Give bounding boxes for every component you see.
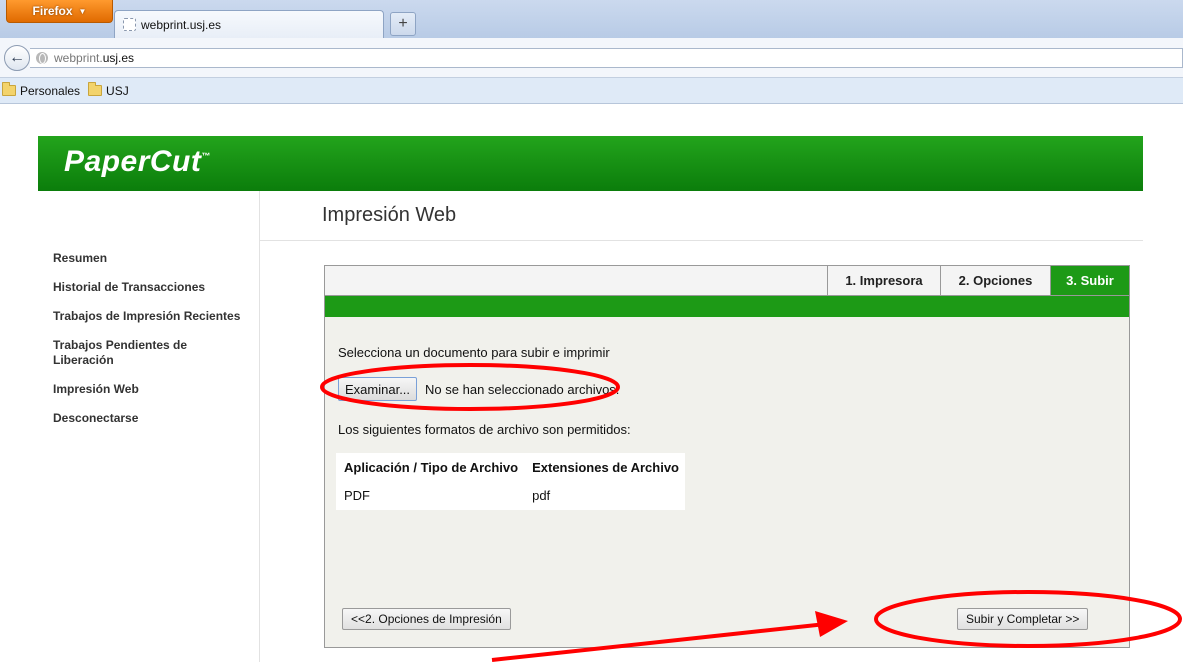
browser-tab-bar: Firefox ▼ webprint.usj.es +: [0, 0, 1183, 38]
browse-button[interactable]: Examinar...: [338, 377, 418, 401]
back-button[interactable]: ←: [4, 45, 30, 71]
page-favicon-icon: [123, 18, 136, 31]
brand-header: PaperCut™: [38, 136, 1143, 191]
table-row: PDF pdf: [336, 482, 685, 510]
sidebar-item-impresion-web[interactable]: Impresión Web: [53, 382, 243, 397]
sidebar-nav: Resumen Historial de Transacciones Traba…: [38, 191, 260, 662]
papercut-logo: PaperCut™: [64, 145, 211, 178]
formats-table: Aplicación / Tipo de Archivo Extensiones…: [336, 453, 685, 510]
url-subdomain: webprint.: [54, 51, 103, 65]
sidebar-item-trabajos-recientes[interactable]: Trabajos de Impresión Recientes: [53, 309, 243, 324]
new-tab-button[interactable]: +: [390, 12, 416, 36]
step-impresora: 1. Impresora: [827, 266, 940, 295]
column-header: Extensiones de Archivo: [532, 460, 679, 475]
firefox-menu-button[interactable]: Firefox ▼: [6, 0, 113, 23]
step-subir-active: 3. Subir: [1050, 266, 1129, 295]
table-cell: PDF: [344, 488, 370, 503]
plus-icon: +: [398, 15, 408, 32]
sidebar-item-desconectarse[interactable]: Desconectarse: [53, 411, 243, 426]
url-domain: usj.es: [102, 51, 135, 65]
bookmark-folder-usj[interactable]: USJ: [88, 82, 129, 98]
wizard-header-strip: [325, 296, 1129, 317]
bookmark-label: USJ: [106, 83, 129, 98]
column-header: Aplicación / Tipo de Archivo: [344, 460, 519, 475]
upload-wizard-panel: 1. Impresora 2. Opciones 3. Subir Selecc…: [324, 265, 1130, 648]
address-bar[interactable]: webprint. usj.es: [30, 48, 1183, 68]
folder-icon: [2, 82, 16, 96]
table-header-row: Aplicación / Tipo de Archivo Extensiones…: [336, 453, 685, 482]
bookmark-folder-personales[interactable]: Personales: [2, 82, 81, 98]
bookmarks-toolbar: Personales USJ: [0, 78, 1183, 104]
back-arrow-icon: ←: [9, 49, 25, 66]
dropdown-arrow-icon: ▼: [78, 6, 87, 16]
sidebar-item-historial[interactable]: Historial de Transacciones: [53, 280, 243, 295]
step-opciones: 2. Opciones: [940, 266, 1050, 295]
sidebar-item-trabajos-pendientes[interactable]: Trabajos Pendientes de Liberación: [53, 338, 243, 368]
no-file-selected-text: No se han seleccionado archivos.: [425, 381, 620, 397]
bookmark-label: Personales: [20, 83, 81, 98]
allowed-formats-intro: Los siguientes formatos de archivo son p…: [338, 422, 631, 437]
papercut-page: PaperCut™ Resumen Historial de Transacci…: [38, 136, 1143, 662]
page-title: Impresión Web: [322, 204, 457, 226]
upload-and-complete-button[interactable]: Subir y Completar >>: [957, 608, 1089, 630]
folder-icon: [88, 82, 103, 96]
globe-icon: [36, 52, 48, 64]
previous-step-button[interactable]: <<2. Opciones de Impresión: [342, 608, 511, 630]
browser-tab-title: webprint.usj.es: [141, 17, 222, 32]
upload-instructions: Selecciona un documento para subir e imp…: [338, 345, 610, 360]
browser-nav-bar: ← webprint. usj.es: [0, 38, 1183, 78]
firefox-menu-label: Firefox: [32, 4, 73, 18]
file-picker: Examinar... No se han seleccionado archi…: [338, 377, 619, 401]
table-cell: pdf: [532, 488, 551, 503]
browser-tab[interactable]: webprint.usj.es: [114, 10, 384, 38]
sidebar-item-resumen[interactable]: Resumen: [53, 251, 243, 266]
page-header: Impresión Web: [260, 191, 1143, 241]
wizard-steps: 1. Impresora 2. Opciones 3. Subir: [325, 266, 1129, 296]
